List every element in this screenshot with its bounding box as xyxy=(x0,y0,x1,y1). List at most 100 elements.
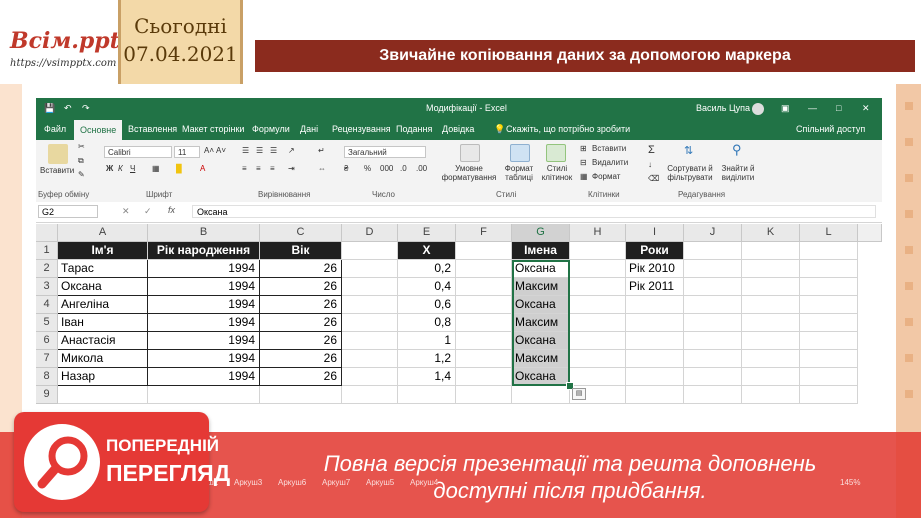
avatar[interactable] xyxy=(752,103,764,115)
decrease-font-icon[interactable]: A˅ xyxy=(216,146,226,155)
merge-icon[interactable]: ⇔ xyxy=(318,164,326,173)
increase-font-icon[interactable]: A˄ xyxy=(204,146,214,155)
number-format-select[interactable]: Загальний xyxy=(344,146,426,158)
year-cell[interactable]: 1994 xyxy=(148,368,260,386)
fill-icon[interactable]: ↓ xyxy=(648,160,652,169)
tab-home[interactable]: Основне xyxy=(74,120,123,140)
clear-icon[interactable]: ⌫ xyxy=(648,174,659,183)
table-header-cell[interactable]: Ім'я xyxy=(58,242,148,260)
name-cell[interactable]: Іван xyxy=(58,314,148,332)
copied-name-cell[interactable]: Оксана xyxy=(512,260,570,278)
function-icon[interactable]: fx xyxy=(168,205,175,215)
delete-cells-icon[interactable]: ⊟ xyxy=(580,158,587,167)
cell[interactable] xyxy=(742,332,800,350)
sort-filter-icon[interactable]: ⇅ xyxy=(684,144,693,157)
share-button[interactable]: Спільний доступ xyxy=(796,124,865,134)
cell[interactable] xyxy=(342,332,398,350)
cell[interactable] xyxy=(684,350,742,368)
cell[interactable] xyxy=(626,314,684,332)
conditional-format-icon[interactable] xyxy=(460,144,480,162)
name-cell[interactable]: Ангеліна xyxy=(58,296,148,314)
cell[interactable] xyxy=(742,386,800,404)
cell[interactable] xyxy=(684,242,742,260)
x-value-cell[interactable]: 0,8 xyxy=(398,314,456,332)
undo-icon[interactable]: ↶ xyxy=(64,103,72,114)
year-cell[interactable]: 1994 xyxy=(148,350,260,368)
column-header[interactable]: B xyxy=(148,224,260,242)
clipboard-icon[interactable] xyxy=(48,144,68,164)
cell[interactable] xyxy=(342,368,398,386)
delete-cells-button[interactable]: Видалити xyxy=(592,158,628,167)
decimal-decrease-icon[interactable]: .00 xyxy=(416,164,427,173)
cell[interactable] xyxy=(456,278,512,296)
cell[interactable] xyxy=(342,350,398,368)
cell[interactable] xyxy=(684,296,742,314)
column-header[interactable]: D xyxy=(342,224,398,242)
cell[interactable] xyxy=(456,260,512,278)
row-header[interactable]: 8 xyxy=(36,368,58,386)
cell[interactable] xyxy=(800,314,858,332)
row-header[interactable]: 1 xyxy=(36,242,58,260)
cell[interactable] xyxy=(58,386,148,404)
orientation-icon[interactable]: ↗ xyxy=(288,146,295,155)
column-header[interactable]: F xyxy=(456,224,512,242)
underline-icon[interactable]: Ч xyxy=(130,164,135,173)
tab-insert[interactable]: Вставлення xyxy=(128,124,177,134)
decimal-increase-icon[interactable]: .0 xyxy=(400,164,407,173)
name-cell[interactable]: Анастасія xyxy=(58,332,148,350)
age-cell[interactable]: 26 xyxy=(260,296,342,314)
column-header[interactable]: G xyxy=(512,224,570,242)
cell[interactable] xyxy=(626,368,684,386)
name-cell[interactable]: Оксана xyxy=(58,278,148,296)
align-bottom-icon[interactable]: ☰ xyxy=(270,146,277,155)
year-list-cell[interactable]: Рік 2011 xyxy=(626,278,684,296)
sort-filter-button[interactable]: Сортувати й фільтрувати xyxy=(666,164,714,182)
copied-name-cell[interactable]: Оксана xyxy=(512,296,570,314)
cell[interactable] xyxy=(456,350,512,368)
cell[interactable] xyxy=(570,314,626,332)
cell[interactable] xyxy=(800,260,858,278)
cell[interactable] xyxy=(742,278,800,296)
format-painter-icon[interactable]: ✎ xyxy=(78,170,85,179)
x-value-cell[interactable]: 0,2 xyxy=(398,260,456,278)
cell[interactable] xyxy=(570,350,626,368)
copied-name-cell[interactable]: Оксана xyxy=(512,332,570,350)
row-header[interactable]: 7 xyxy=(36,350,58,368)
x-value-cell[interactable]: 1,4 xyxy=(398,368,456,386)
table-header-cell[interactable]: Вік xyxy=(260,242,342,260)
font-size-select[interactable]: 11 xyxy=(174,146,200,158)
insert-cells-button[interactable]: Вставити xyxy=(592,144,626,153)
age-cell[interactable]: 26 xyxy=(260,314,342,332)
row-header[interactable]: 6 xyxy=(36,332,58,350)
cell-styles-icon[interactable] xyxy=(546,144,566,162)
cell[interactable] xyxy=(684,278,742,296)
x-value-cell[interactable]: 0,4 xyxy=(398,278,456,296)
bold-icon[interactable]: Ж xyxy=(106,164,113,173)
cell-styles-button[interactable]: Стилі клітинок xyxy=(540,164,574,182)
align-top-icon[interactable]: ☰ xyxy=(242,146,249,155)
age-cell[interactable]: 26 xyxy=(260,260,342,278)
tab-page-layout[interactable]: Макет сторінки xyxy=(182,124,244,134)
cell[interactable] xyxy=(570,368,626,386)
name-cell[interactable]: Назар xyxy=(58,368,148,386)
format-cells-icon[interactable]: ▦ xyxy=(580,172,588,181)
year-cell[interactable]: 1994 xyxy=(148,332,260,350)
x-value-cell[interactable]: 1 xyxy=(398,332,456,350)
cell[interactable] xyxy=(512,386,570,404)
find-icon[interactable]: ⚲ xyxy=(732,142,742,158)
enter-icon[interactable]: ✓ xyxy=(144,206,152,217)
column-header[interactable]: A xyxy=(58,224,148,242)
cell[interactable] xyxy=(742,314,800,332)
currency-icon[interactable]: ₴ xyxy=(344,164,348,173)
tab-review[interactable]: Рецензування xyxy=(332,124,391,134)
cell[interactable] xyxy=(684,314,742,332)
vertical-scrollbar[interactable] xyxy=(858,224,882,242)
age-cell[interactable]: 26 xyxy=(260,332,342,350)
cell[interactable] xyxy=(742,242,800,260)
cell[interactable] xyxy=(260,386,342,404)
column-header[interactable]: K xyxy=(742,224,800,242)
cell[interactable] xyxy=(742,368,800,386)
cell[interactable] xyxy=(570,242,626,260)
redo-icon[interactable]: ↷ xyxy=(82,103,90,114)
cell[interactable] xyxy=(570,296,626,314)
